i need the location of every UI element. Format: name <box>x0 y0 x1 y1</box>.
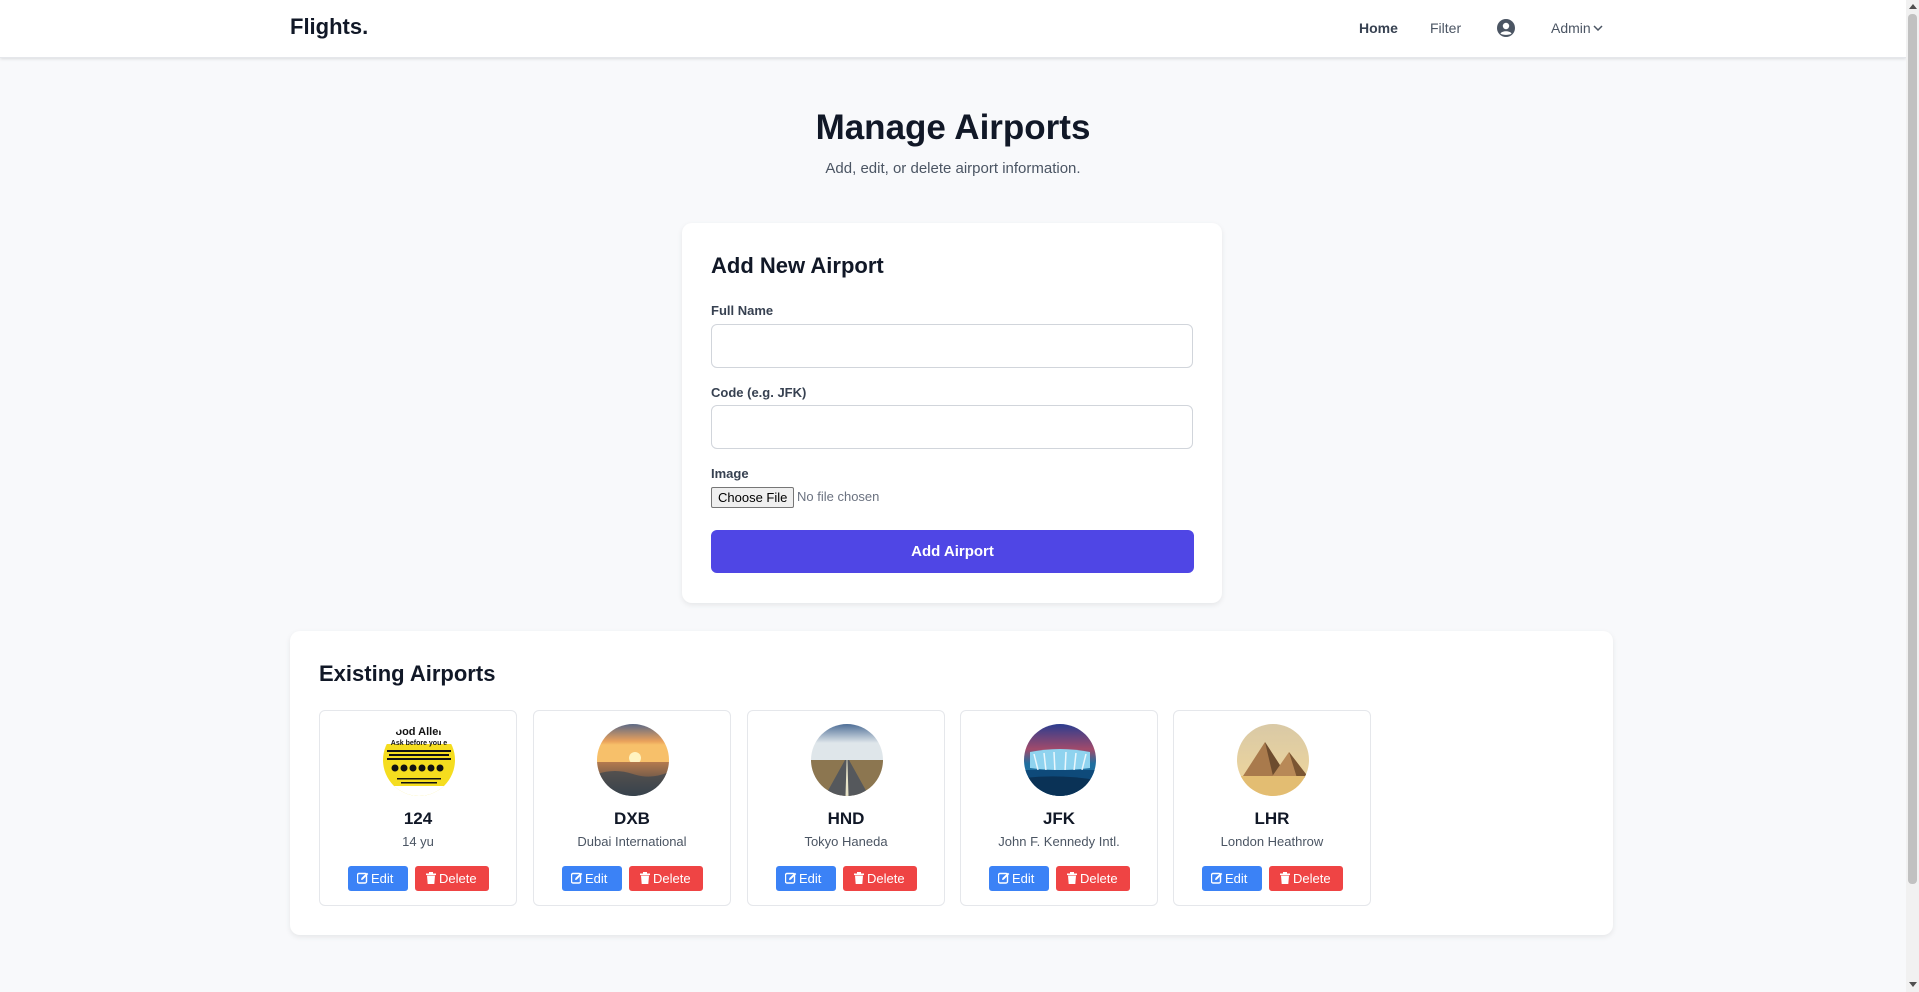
trash-icon <box>1067 872 1077 884</box>
airport-image: ood Aller Ask before you e <box>383 724 455 796</box>
edit-icon <box>571 872 583 884</box>
waterfall-icon <box>1024 724 1096 796</box>
edit-icon <box>1211 872 1223 884</box>
airport-card-lhr: LHR London Heathrow Edit Delete <box>1173 710 1371 906</box>
airport-name: Tokyo Haneda <box>804 834 888 849</box>
airport-name: 14 yu <box>402 834 434 849</box>
airport-card-124: ood Aller Ask before you e 124 14 yu Edi… <box>319 710 517 906</box>
full-name-label: Full Name <box>711 303 774 318</box>
delete-button[interactable]: Delete <box>843 866 917 891</box>
edit-label: Edit <box>585 871 608 886</box>
top-navbar: Flights. Home Filter Admin <box>0 0 1906 58</box>
add-airport-form: Add New Airport Full Name Code (e.g. JFK… <box>682 223 1222 603</box>
road-to-horizon-icon <box>811 724 883 796</box>
edit-button[interactable]: Edit <box>348 866 408 891</box>
airport-code: DXB <box>614 809 650 828</box>
airport-name: John F. Kennedy Intl. <box>998 834 1120 849</box>
pyramids-icon <box>1237 724 1309 796</box>
sunset-over-sea-icon <box>597 724 669 796</box>
nav-home-link[interactable]: Home <box>1359 20 1398 36</box>
delete-button[interactable]: Delete <box>1269 866 1343 891</box>
airport-image <box>811 724 883 796</box>
scroll-down-arrow-icon[interactable] <box>1909 982 1917 987</box>
edit-label: Edit <box>799 871 822 886</box>
file-status-text: No file chosen <box>797 489 880 504</box>
user-circle-icon[interactable] <box>1497 19 1515 37</box>
existing-airports-section: Existing Airports ood Aller Ask before y… <box>290 631 1613 935</box>
edit-icon <box>998 872 1010 884</box>
page-title: Manage Airports <box>815 108 1091 147</box>
admin-menu[interactable]: Admin <box>1551 20 1591 36</box>
delete-button[interactable]: Delete <box>415 866 489 891</box>
delete-label: Delete <box>439 871 477 886</box>
edit-icon <box>785 872 797 884</box>
page-subtitle: Add, edit, or delete airport information… <box>825 160 1081 177</box>
airport-card-jfk: JFK John F. Kennedy Intl. Edit Delete <box>960 710 1158 906</box>
edit-label: Edit <box>371 871 394 886</box>
delete-button[interactable]: Delete <box>1056 866 1130 891</box>
svg-text:Ask before you e: Ask before you e <box>391 740 448 747</box>
nav-filter-link[interactable]: Filter <box>1430 20 1461 36</box>
code-input[interactable] <box>711 405 1193 449</box>
delete-label: Delete <box>1293 871 1331 886</box>
svg-text:ood Aller: ood Aller <box>395 726 443 738</box>
add-airport-button[interactable]: Add Airport <box>711 530 1194 573</box>
delete-label: Delete <box>653 871 691 886</box>
delete-button[interactable]: Delete <box>629 866 703 891</box>
airport-code: LHR <box>1254 809 1290 828</box>
edit-button[interactable]: Edit <box>776 866 836 891</box>
image-label: Image <box>711 466 749 481</box>
trash-icon <box>1280 872 1290 884</box>
chevron-down-icon[interactable] <box>1593 25 1603 31</box>
scroll-up-arrow-icon[interactable] <box>1909 4 1917 9</box>
code-label: Code (e.g. JFK) <box>711 385 807 400</box>
airport-image <box>1024 724 1096 796</box>
page-scrollbar[interactable] <box>1906 0 1919 992</box>
choose-file-button[interactable]: Choose File <box>711 487 795 508</box>
delete-label: Delete <box>867 871 905 886</box>
edit-button[interactable]: Edit <box>989 866 1049 891</box>
trash-icon <box>640 872 650 884</box>
edit-button[interactable]: Edit <box>1202 866 1262 891</box>
trash-icon <box>854 872 864 884</box>
brand-logo[interactable]: Flights. <box>290 14 368 40</box>
food-allergy-sign-icon: ood Aller Ask before you e <box>383 724 455 796</box>
airport-code: HND <box>827 809 865 828</box>
airport-name: London Heathrow <box>1220 834 1324 849</box>
airport-code: JFK <box>1042 809 1076 828</box>
airport-image <box>597 724 669 796</box>
edit-button[interactable]: Edit <box>562 866 622 891</box>
edit-label: Edit <box>1225 871 1248 886</box>
delete-label: Delete <box>1080 871 1118 886</box>
airport-name: Dubai International <box>577 834 687 849</box>
airport-card-dxb: DXB Dubai International Edit Delete <box>533 710 731 906</box>
edit-icon <box>357 872 369 884</box>
full-name-input[interactable] <box>711 324 1193 368</box>
trash-icon <box>426 872 436 884</box>
edit-label: Edit <box>1012 871 1035 886</box>
form-title: Add New Airport <box>711 253 884 278</box>
airport-image <box>1237 724 1309 796</box>
scroll-thumb[interactable] <box>1908 14 1917 884</box>
airport-code: 124 <box>403 809 433 828</box>
section-title: Existing Airports <box>319 661 496 686</box>
airport-card-hnd: HND Tokyo Haneda Edit Delete <box>747 710 945 906</box>
